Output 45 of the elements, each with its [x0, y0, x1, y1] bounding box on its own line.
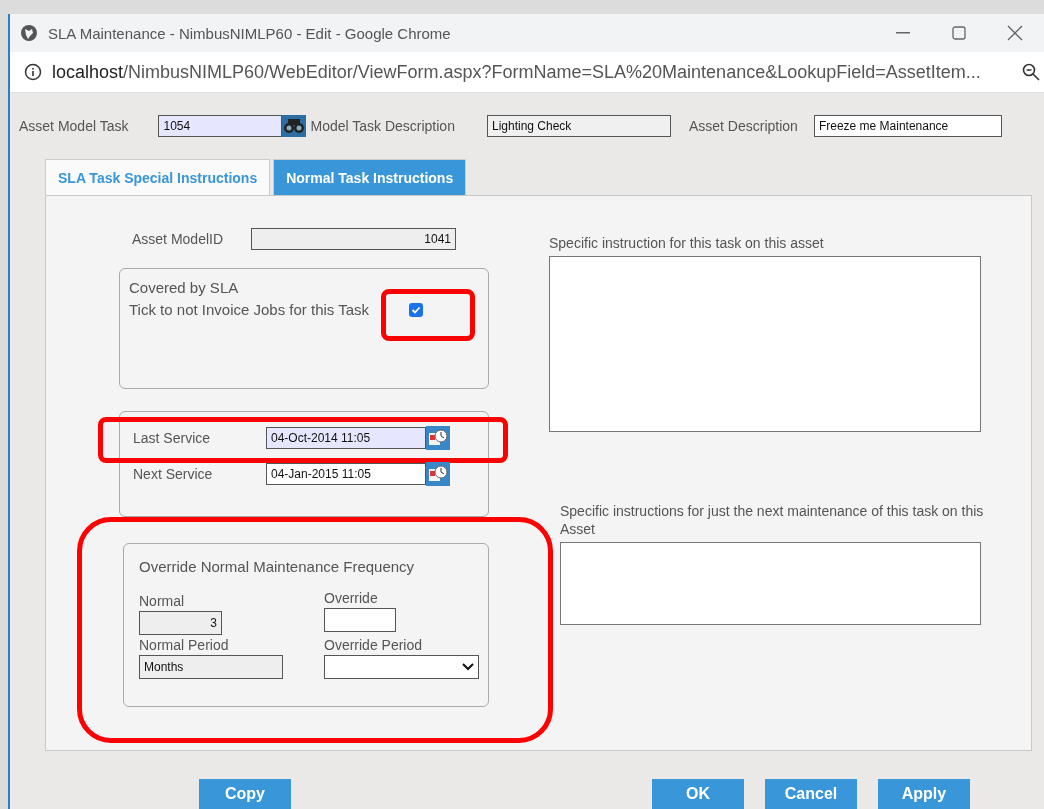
dialog-button[interactable]: Cancel	[765, 779, 857, 809]
checkbox[interactable]	[409, 302, 424, 317]
field-label: Normal Period	[139, 637, 230, 653]
input-field: 1041	[251, 228, 456, 250]
dialog-button[interactable]: OK	[652, 779, 744, 809]
close-icon	[1007, 25, 1023, 41]
binoculars-icon[interactable]	[282, 115, 307, 137]
maximize-icon	[952, 26, 966, 40]
field-label: Asset Description	[688, 118, 798, 134]
input-field: Lighting Check	[486, 115, 671, 137]
tab[interactable]: Normal Task Instructions	[273, 159, 467, 195]
field-label: Model Task Description	[310, 118, 455, 134]
input-field[interactable]: Freeze me Maintenance	[813, 115, 1002, 137]
date-field[interactable]: 04-Jan-2015 11:05	[266, 463, 426, 485]
globe-icon	[20, 24, 38, 42]
field-label: Asset Model Task	[19, 118, 129, 134]
minimize-icon	[896, 32, 910, 34]
info-icon[interactable]	[24, 63, 42, 81]
field-label: Last Service	[133, 430, 212, 446]
field-label: Specific instructions for just the next maintenance of this task on this Asset	[560, 502, 985, 538]
window-title: SLA Maintenance - NimbusNIMLP60 - Edit - Google Chrome	[48, 24, 452, 42]
input-field[interactable]	[324, 608, 396, 632]
zoom-icon[interactable]	[1022, 63, 1040, 81]
field-label: Normal	[139, 593, 186, 609]
text-area[interactable]	[560, 542, 981, 625]
field-label: Specific instruction for this task on this asset	[549, 234, 825, 252]
calendar-clock-icon[interactable]	[426, 462, 450, 486]
group-title: Override Normal Maintenance Frequency	[139, 558, 415, 575]
field-label: Override	[324, 590, 379, 606]
dropdown[interactable]	[324, 655, 479, 679]
date-field[interactable]: 04-Oct-2014 11:05	[266, 427, 426, 449]
input-field: Months	[139, 655, 283, 679]
dialog-button[interactable]: Apply	[878, 779, 970, 809]
tab[interactable]: SLA Task Special Instructions	[45, 159, 271, 195]
dialog-button[interactable]: Copy	[199, 779, 291, 809]
input-field: 3	[139, 611, 222, 635]
field-label: Asset ModelID	[132, 231, 225, 247]
field-label: Next Service	[133, 466, 214, 482]
calendar-clock-icon[interactable]	[426, 426, 450, 450]
input-field[interactable]: 1054	[158, 115, 283, 137]
group-title: Covered by SLA	[129, 279, 239, 296]
field-label: Override Period	[324, 637, 424, 653]
checkmark-icon	[411, 304, 422, 315]
chevron-down-icon	[462, 663, 474, 671]
checkbox-label: Tick to not Invoice Jobs for this Task	[129, 301, 370, 318]
